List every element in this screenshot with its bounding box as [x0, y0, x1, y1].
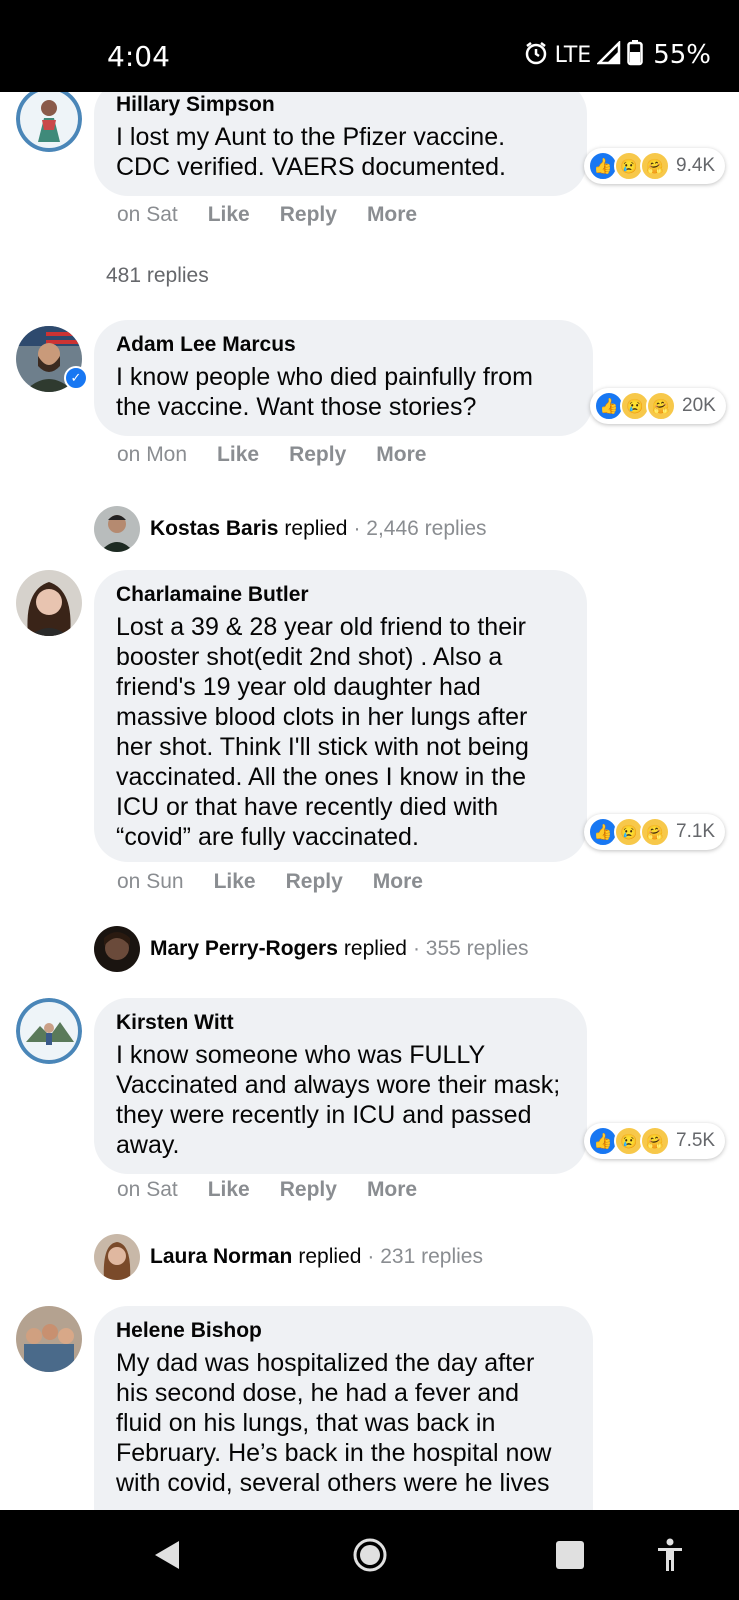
- avatar-kirsten-witt[interactable]: [16, 998, 82, 1064]
- replies-preview[interactable]: Laura Norman replied · 231 replies: [94, 1234, 483, 1280]
- comments-feed[interactable]: Hillary Simpson I lost my Aunt to the Pf…: [0, 92, 739, 1510]
- replies-count: · 355 replies: [412, 937, 529, 960]
- comment-text: Lost a 39 & 28 year old friend to their …: [116, 613, 529, 851]
- reaction-count: 20K: [682, 395, 716, 416]
- like-button[interactable]: Like: [217, 443, 259, 467]
- like-button[interactable]: Like: [208, 203, 250, 227]
- replier-name: Mary Perry-Rogers: [150, 937, 338, 960]
- reply-button[interactable]: Reply: [289, 443, 346, 467]
- care-reaction-icon: 🤗: [640, 151, 670, 181]
- system-navigation-bar: [0, 1510, 739, 1600]
- comment-bubble[interactable]: Hillary Simpson I lost my Aunt to the Pf…: [94, 92, 587, 196]
- status-time: 4:04: [107, 40, 170, 73]
- comment-bubble[interactable]: Adam Lee Marcus I know people who died p…: [94, 320, 593, 436]
- comment-text: I lost my Aunt to the Pfizer vaccine. CD…: [116, 123, 506, 181]
- replies-count: · 2,446 replies: [353, 517, 487, 540]
- more-button[interactable]: More: [367, 203, 417, 227]
- accessibility-icon[interactable]: [652, 1510, 688, 1600]
- replied-label: replied: [284, 517, 348, 540]
- comment-timestamp[interactable]: on Mon: [117, 443, 187, 467]
- avatar-hillary-simpson[interactable]: [16, 92, 82, 152]
- comment-timestamp[interactable]: on Sat: [117, 203, 178, 227]
- comment-text: I know someone who was FULLY Vaccinated …: [116, 1041, 561, 1159]
- avatar-mary-perry-rogers: [94, 926, 140, 972]
- reactions-summary[interactable]: 👍 😢 🤗 9.4K: [584, 148, 726, 184]
- like-button[interactable]: Like: [208, 1178, 250, 1202]
- replies-preview[interactable]: Kostas Baris replied · 2,446 replies: [94, 506, 487, 552]
- signal-icon: [596, 39, 621, 69]
- replied-label: replied: [298, 1245, 362, 1268]
- avatar-helene-bishop[interactable]: [16, 1306, 82, 1372]
- comment-author[interactable]: Kirsten Witt: [116, 1010, 565, 1036]
- comment-bubble[interactable]: Helene Bishop My dad was hospitalized th…: [94, 1306, 593, 1510]
- comment-author[interactable]: Hillary Simpson: [116, 92, 565, 118]
- reaction-count: 7.5K: [676, 1130, 716, 1151]
- comment-author[interactable]: Charlamaine Butler: [116, 582, 565, 608]
- more-button[interactable]: More: [376, 443, 426, 467]
- comment-timestamp[interactable]: on Sun: [117, 870, 184, 894]
- back-icon[interactable]: [140, 1510, 192, 1600]
- comment-author[interactable]: Helene Bishop: [116, 1318, 571, 1344]
- replier-name: Kostas Baris: [150, 517, 279, 540]
- alarm-icon: [523, 40, 549, 70]
- reply-button[interactable]: Reply: [286, 870, 343, 894]
- comment-text: My dad was hospitalized the day after hi…: [116, 1349, 552, 1497]
- status-bar: 4:04 LTE 55%: [0, 0, 739, 92]
- reply-button[interactable]: Reply: [280, 1178, 337, 1202]
- care-reaction-icon: 🤗: [640, 1126, 670, 1156]
- care-reaction-icon: 🤗: [640, 817, 670, 847]
- comment-text: I know people who died painfully from th…: [116, 363, 533, 421]
- reactions-summary[interactable]: 👍 😢 🤗 7.5K: [584, 1123, 726, 1159]
- more-button[interactable]: More: [367, 1178, 417, 1202]
- avatar-charlamaine-butler[interactable]: [16, 570, 82, 636]
- battery-percent: 55%: [653, 40, 711, 70]
- comment-author[interactable]: Adam Lee Marcus: [116, 332, 571, 358]
- avatar-laura-norman: [94, 1234, 140, 1280]
- reaction-count: 7.1K: [676, 821, 716, 842]
- verified-badge-icon: ✓: [64, 366, 88, 390]
- reactions-summary[interactable]: 👍 😢 🤗 20K: [590, 388, 726, 424]
- more-button[interactable]: More: [373, 870, 423, 894]
- recents-icon[interactable]: [552, 1510, 588, 1600]
- comment-actions: on Mon Like Reply More: [117, 443, 426, 467]
- replies-preview[interactable]: Mary Perry-Rogers replied · 355 replies: [94, 926, 529, 972]
- comment-bubble[interactable]: Kirsten Witt I know someone who was FULL…: [94, 998, 587, 1174]
- care-reaction-icon: 🤗: [646, 391, 676, 421]
- replies-count: · 231 replies: [367, 1245, 483, 1268]
- replier-name: Laura Norman: [150, 1245, 293, 1268]
- reaction-count: 9.4K: [676, 155, 716, 176]
- like-button[interactable]: Like: [214, 870, 256, 894]
- comment-actions: on Sat Like Reply More: [117, 1178, 417, 1202]
- status-icons: LTE 55%: [523, 39, 711, 70]
- home-icon[interactable]: [346, 1510, 394, 1600]
- comment-actions: on Sat Like Reply More: [117, 203, 417, 227]
- comment-actions: on Sun Like Reply More: [117, 870, 423, 894]
- reactions-summary[interactable]: 👍 😢 🤗 7.1K: [584, 814, 726, 850]
- view-replies-link[interactable]: 481 replies: [106, 264, 209, 288]
- replied-label: replied: [343, 937, 407, 960]
- reply-button[interactable]: Reply: [280, 203, 337, 227]
- comment-timestamp[interactable]: on Sat: [117, 1178, 178, 1202]
- avatar-kostas-baris: [94, 506, 140, 552]
- battery-icon: [627, 40, 643, 70]
- network-label: LTE: [554, 42, 592, 68]
- comment-bubble[interactable]: Charlamaine Butler Lost a 39 & 28 year o…: [94, 570, 587, 862]
